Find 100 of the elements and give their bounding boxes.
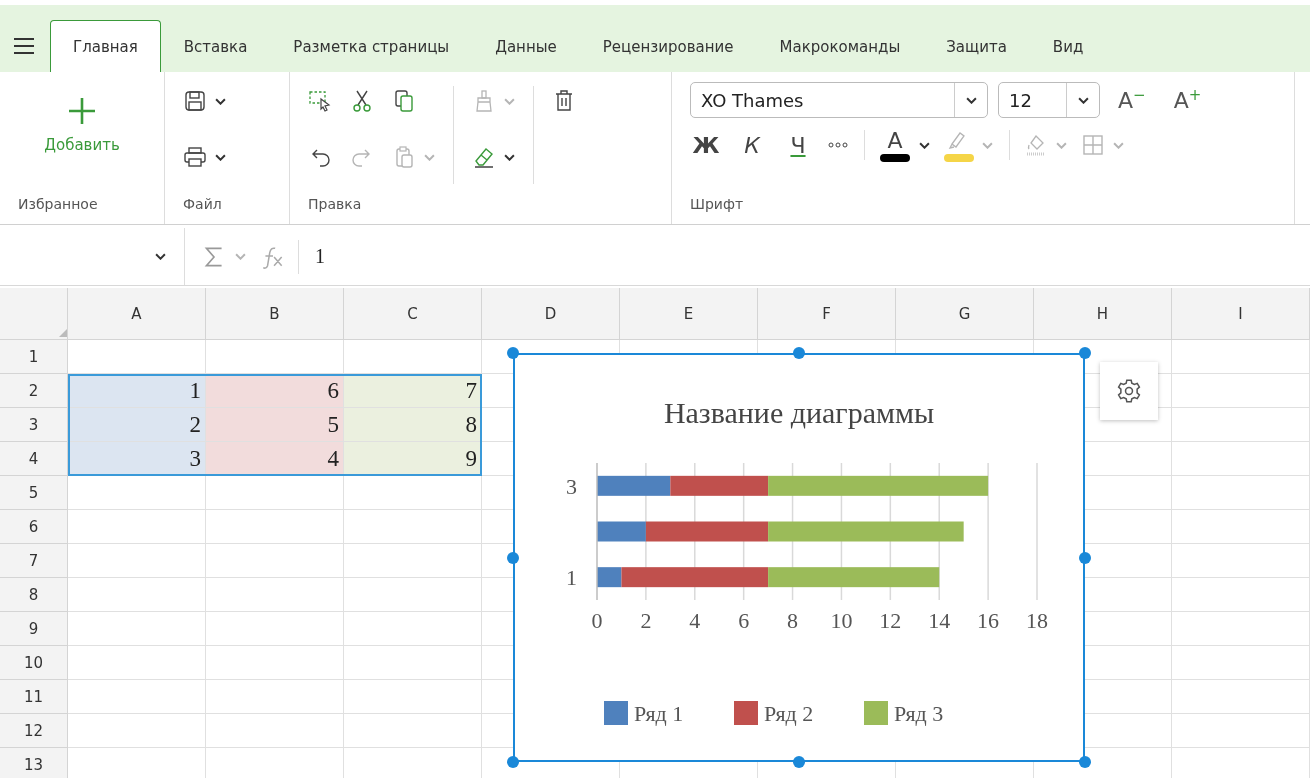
caret-icon	[982, 141, 993, 149]
chart-title: Название диаграммы	[663, 396, 935, 429]
resize-handle[interactable]	[507, 347, 519, 359]
font-name-field[interactable]: XO Thames	[690, 82, 988, 118]
ribbon-tab[interactable]: Макрокоманды	[756, 20, 924, 72]
group-label: Правка	[308, 195, 363, 214]
caret-icon	[235, 253, 246, 260]
toolbar-button[interactable]: Ч	[782, 130, 814, 160]
table-cell: 9	[344, 442, 482, 476]
toolbar-button[interactable]: Ж	[690, 130, 722, 160]
ribbon-tab[interactable]: Главная	[50, 20, 161, 72]
table-cell: 4	[206, 442, 344, 476]
ribbon-tab[interactable]: Вставка	[160, 20, 271, 72]
scissors-icon	[350, 89, 374, 113]
row-header[interactable]: 4	[0, 442, 68, 476]
font-size-button[interactable]: A$^{+}$	[1163, 86, 1212, 114]
column-header[interactable]: D	[482, 288, 620, 340]
resize-handle[interactable]	[793, 347, 805, 359]
chart-frame[interactable]: Название диаграммы 3 1 0 2 4 6 8 10 12 14 16 18 Ряд 1 Ряд 2 Ряд 3	[513, 353, 1085, 762]
legend-item: Ряд 1	[604, 701, 684, 726]
row-header[interactable]: 2	[0, 374, 68, 408]
legend-label: Ряд 2	[764, 701, 814, 726]
column-header[interactable]: H	[1034, 288, 1172, 340]
table-cell: 6	[206, 374, 344, 408]
group-label: Файл	[183, 195, 223, 214]
font-size-field[interactable]: 12	[998, 82, 1100, 118]
ribbon-tab[interactable]: Вид	[1029, 20, 1107, 72]
table-cell: 3	[68, 442, 206, 476]
axis-label: 16	[977, 608, 1000, 633]
gear-icon	[1116, 378, 1142, 404]
group-label: Шрифт	[690, 195, 745, 214]
caret-icon	[965, 96, 977, 104]
font-size-button[interactable]: A$^{−}$	[1108, 86, 1156, 114]
group-label: Избранное	[18, 195, 99, 214]
row-header[interactable]: 3	[0, 408, 68, 442]
table-cell: 1	[68, 374, 206, 408]
column-header[interactable]: I	[1172, 288, 1310, 340]
caret-icon	[919, 141, 930, 149]
row-header[interactable]: 6	[0, 510, 68, 544]
ribbon-tab[interactable]: Данные	[472, 20, 580, 72]
axis-label: 0	[591, 608, 603, 633]
toolbar-button[interactable]: А	[864, 130, 930, 160]
axis-label: 12	[879, 608, 902, 633]
row-header[interactable]: 7	[0, 544, 68, 578]
resize-handle[interactable]	[1079, 347, 1091, 359]
add-button[interactable]: Добавить	[40, 86, 124, 184]
axis-label: 10	[830, 608, 853, 633]
printer-icon	[183, 145, 207, 169]
toolbar-button[interactable]: К	[736, 130, 768, 160]
legend-item: Ряд 2	[734, 701, 814, 726]
axis-label: 8	[787, 608, 799, 633]
caret-icon	[215, 97, 226, 105]
column-header[interactable]: C	[344, 288, 482, 340]
ribbon-tab[interactable]: Защита	[923, 20, 1030, 72]
ribbon-tab[interactable]: Разметка страницы	[270, 20, 473, 72]
column-header[interactable]: F	[758, 288, 896, 340]
legend-label: Ряд 1	[634, 701, 684, 726]
axis-label: 6	[738, 608, 750, 633]
column-header[interactable]: E	[620, 288, 758, 340]
resize-handle[interactable]	[507, 551, 519, 564]
column-header[interactable]: G	[896, 288, 1034, 340]
resize-handle[interactable]	[507, 756, 519, 768]
plus-icon	[67, 96, 97, 126]
caret-icon	[1077, 96, 1089, 104]
row-header[interactable]: 9	[0, 612, 68, 646]
axis-label: 3	[566, 473, 577, 499]
column-header[interactable]: B	[206, 288, 344, 340]
table-cell: 5	[206, 408, 344, 442]
row-header[interactable]: 1	[0, 340, 68, 374]
axis-label: 4	[689, 608, 701, 633]
legend-item: Ряд 3	[864, 701, 944, 726]
ribbon-tab[interactable]: Рецензирование	[579, 20, 757, 72]
caret-icon	[1113, 141, 1124, 149]
save-icon	[183, 89, 207, 113]
axis-label: 1	[566, 565, 577, 591]
table-cell: 7	[344, 374, 482, 408]
row-header[interactable]: 5	[0, 476, 68, 510]
caret-icon	[1056, 141, 1067, 149]
borders-icon	[1081, 133, 1105, 157]
resize-handle[interactable]	[1079, 756, 1091, 768]
selection-icon	[308, 89, 332, 113]
copy-icon	[392, 89, 416, 113]
caret-icon	[215, 153, 226, 161]
more-icon	[828, 142, 848, 148]
row-header[interactable]: 12	[0, 714, 68, 748]
axis-label: 18	[1026, 608, 1048, 633]
table-cell: 8	[344, 408, 482, 442]
caret-icon	[504, 97, 515, 105]
column-header[interactable]: A	[68, 288, 206, 340]
row-header[interactable]: 11	[0, 680, 68, 714]
menu-icon[interactable]	[12, 36, 36, 56]
eraser-icon	[472, 145, 496, 169]
formula-field[interactable]: 1	[298, 239, 325, 274]
settings-button[interactable]	[1100, 362, 1158, 420]
caret-icon	[504, 153, 515, 161]
table-cell: 2	[68, 408, 206, 442]
row-header[interactable]: 10	[0, 646, 68, 680]
row-header[interactable]: 8	[0, 578, 68, 612]
row-header[interactable]: 13	[0, 748, 68, 778]
caret-icon	[155, 253, 166, 260]
